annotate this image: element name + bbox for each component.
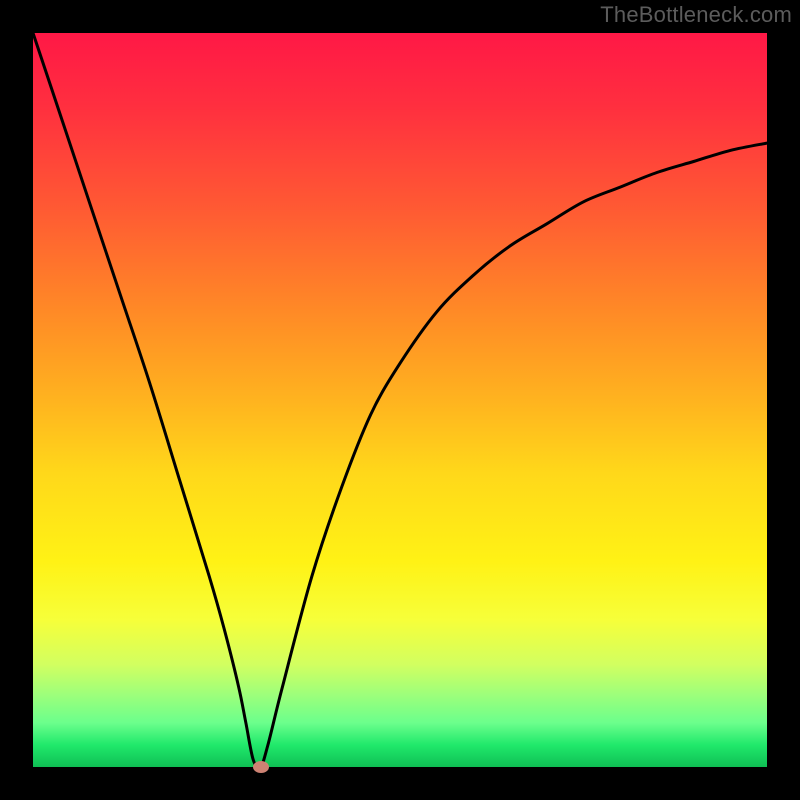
watermark-text: TheBottleneck.com [600, 2, 792, 28]
chart-frame: TheBottleneck.com [0, 0, 800, 800]
curve-svg [33, 33, 767, 767]
plot-area [33, 33, 767, 767]
optimum-marker [253, 761, 269, 773]
bottleneck-curve [33, 33, 767, 768]
